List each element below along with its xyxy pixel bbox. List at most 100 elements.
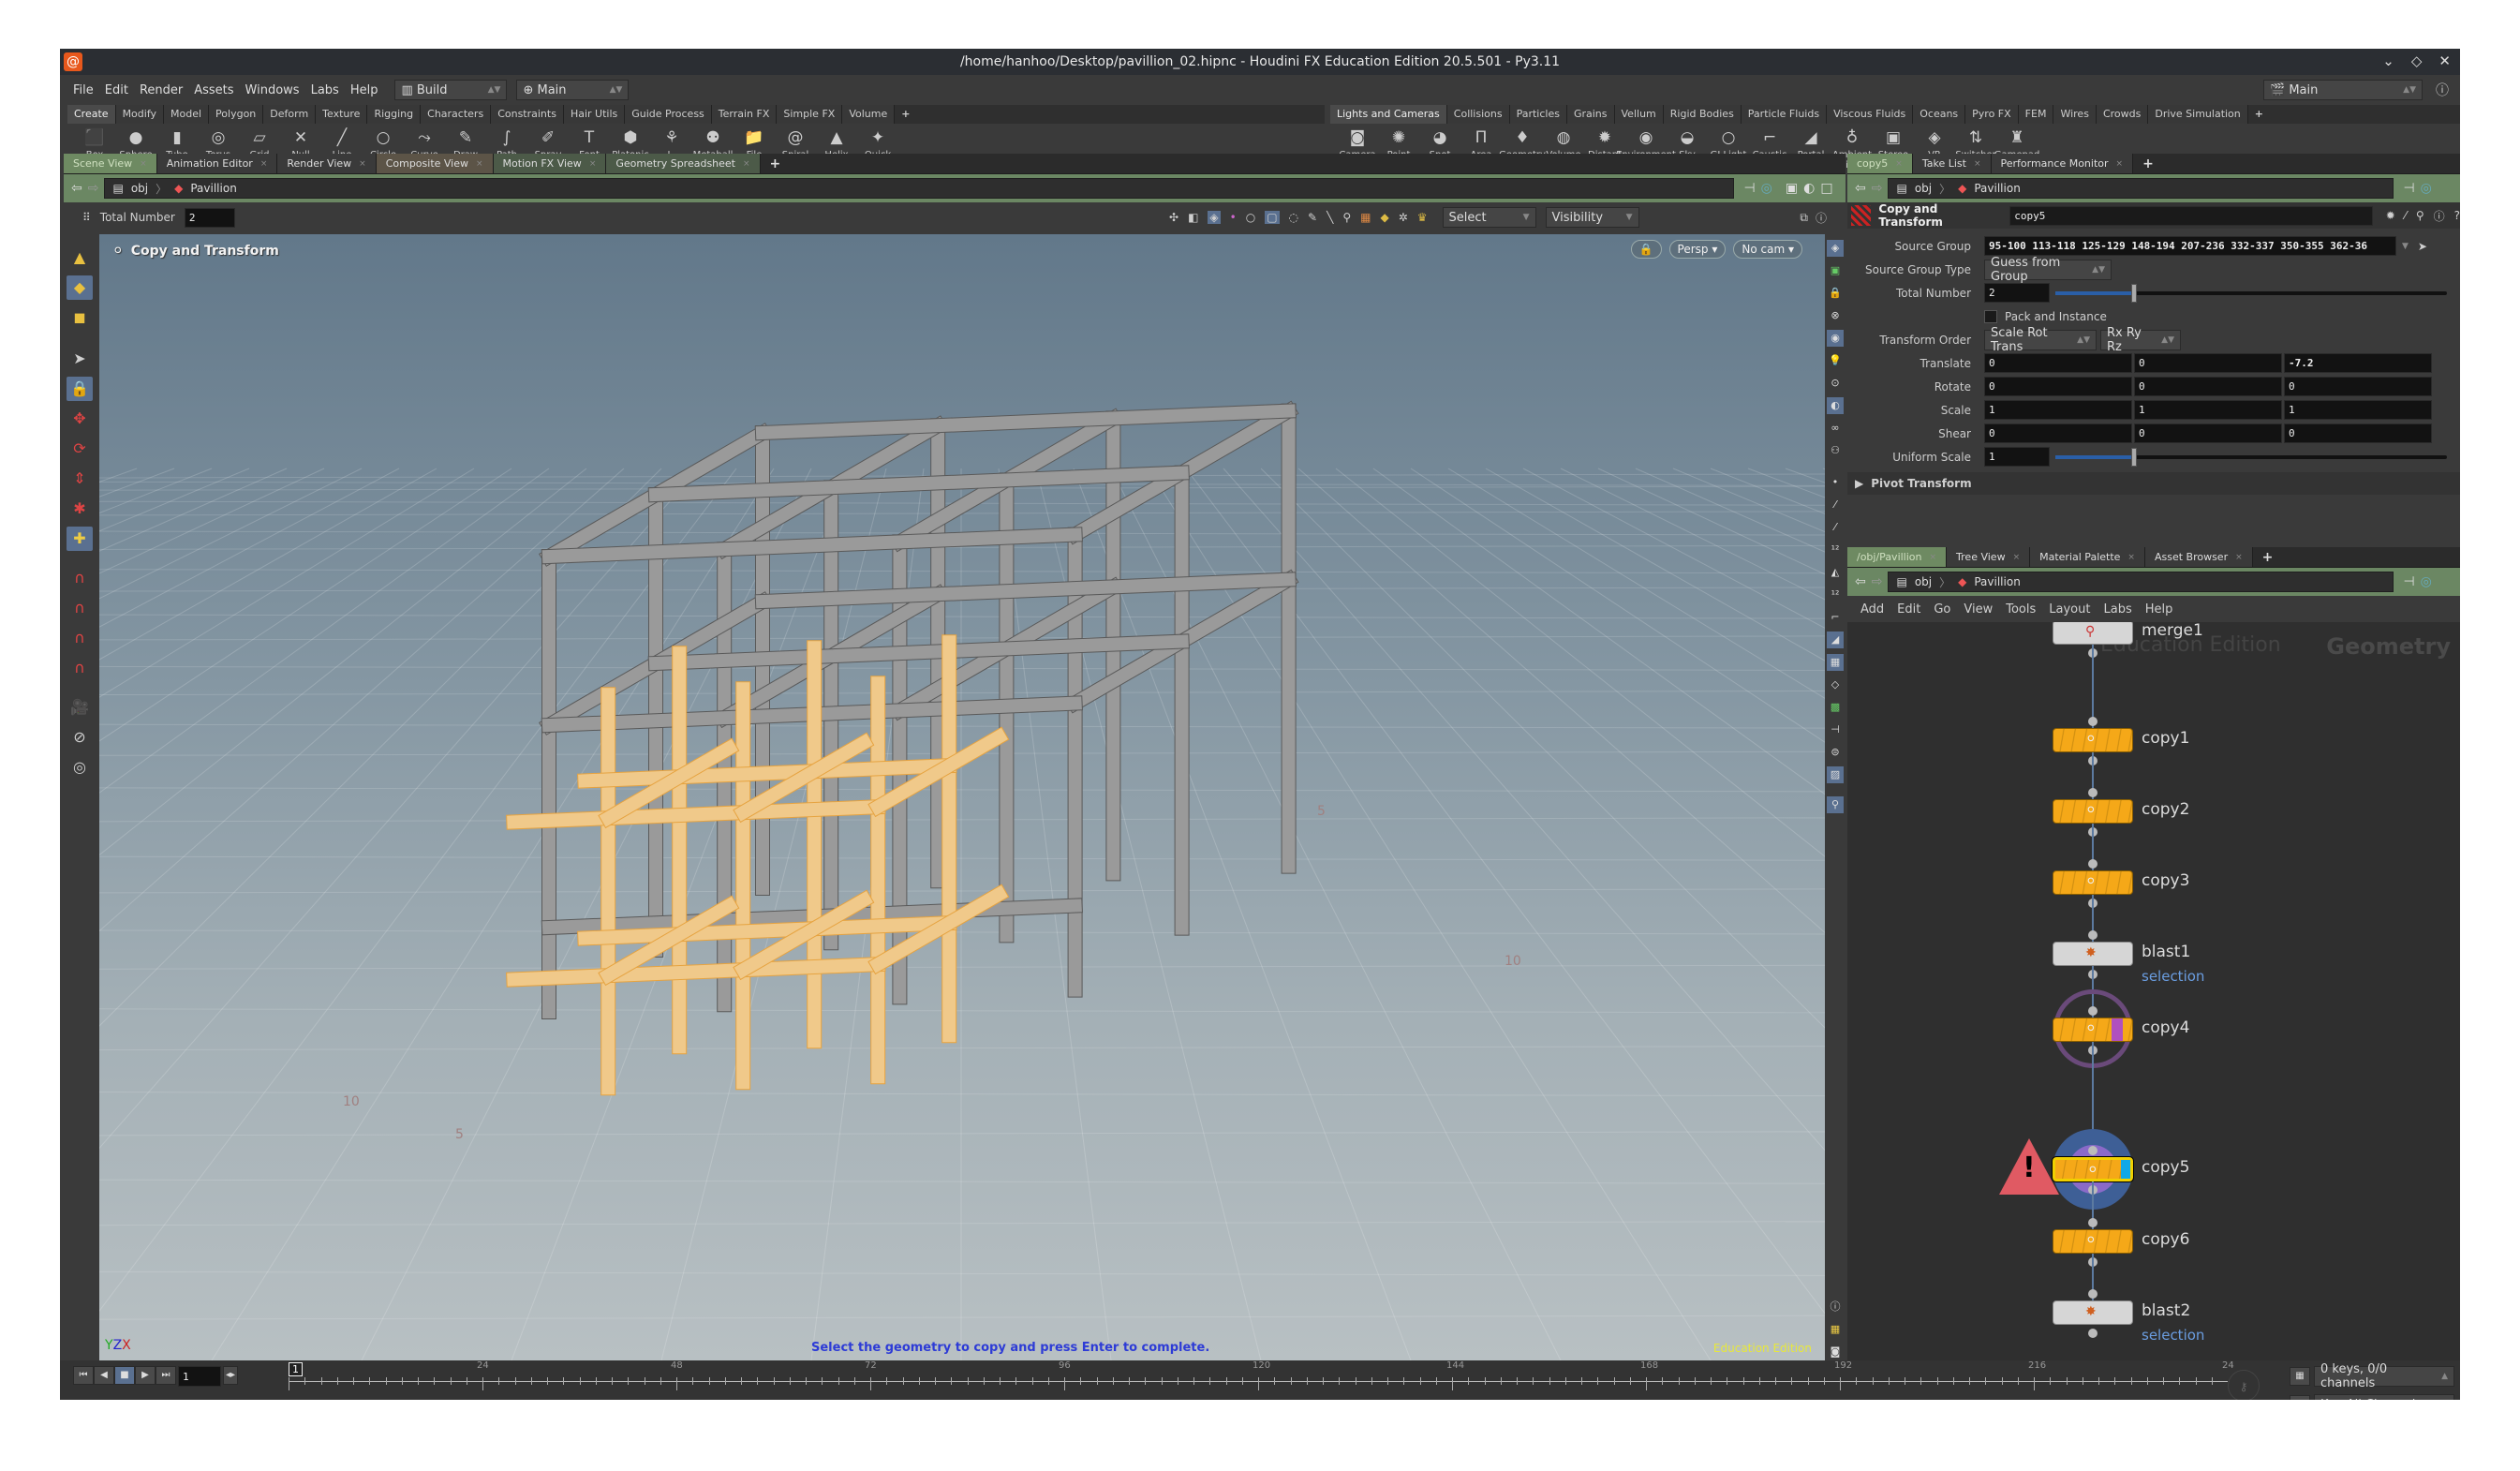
node-copy3[interactable]: ⚪ [2053, 870, 2133, 895]
ghost-icon[interactable]: ▣ [1827, 262, 1844, 279]
rotate-order-select[interactable]: Rx Ry Rz ▲▼ [2100, 326, 2181, 354]
box-select-icon[interactable]: ▢ [1265, 211, 1280, 224]
net-menu-edit[interactable]: Edit [1897, 602, 1920, 617]
shelf-tab[interactable]: Guide Process [625, 105, 712, 124]
background-image-icon[interactable]: ▨ [1827, 766, 1844, 783]
visibility-dropdown[interactable]: Visibility ▼ [1545, 207, 1639, 228]
pane-tab[interactable]: Scene View × [64, 154, 157, 173]
frame-field[interactable]: 1 [178, 1366, 221, 1387]
template-flag[interactable] [2112, 1018, 2123, 1041]
close-tab-icon[interactable]: × [2013, 553, 2021, 562]
context-select[interactable]: ⊕ Main ▲▼ [516, 80, 630, 100]
rotate-field-x[interactable]: 0 [1984, 377, 2132, 396]
point-number-icon[interactable]: ¹² [1827, 542, 1844, 558]
shear-field-z[interactable]: 0 [2284, 423, 2432, 443]
net-pin-icon[interactable]: ⊣ [2403, 574, 2414, 589]
close-tab-icon[interactable]: × [743, 159, 750, 169]
shelf-tab[interactable]: Lights and Cameras [1330, 105, 1447, 124]
source-group-field[interactable]: 95-100 113-118 125-129 148-194 207-236 3… [1984, 236, 2396, 256]
menu-windows[interactable]: Windows [245, 83, 300, 97]
close-tab-icon[interactable]: × [476, 159, 483, 169]
shear-field-y[interactable]: 0 [2134, 423, 2282, 443]
shelf-tab[interactable]: Grains [1566, 105, 1615, 124]
pane-tab[interactable]: Tree View × [1947, 547, 2031, 567]
pin-icon[interactable]: ⊣ [1743, 181, 1755, 196]
shelf-tab[interactable]: FEM [2018, 105, 2054, 124]
scale-field-x[interactable]: 1 [1984, 400, 2132, 420]
scale-icon[interactable]: ⇕ [67, 467, 93, 491]
shelf-tab[interactable]: Volume [842, 105, 896, 124]
input-connector[interactable] [2088, 1006, 2098, 1016]
net-menu-labs[interactable]: Labs [2103, 602, 2131, 617]
pane-tab[interactable]: Animation Editor × [156, 154, 278, 173]
shelf-tab[interactable]: Modify [115, 105, 165, 124]
help-icon[interactable]: ? [2454, 209, 2460, 222]
prim-number-icon[interactable]: ¹² [1827, 587, 1844, 603]
close-tab-icon[interactable]: × [2116, 159, 2124, 169]
minimize-icon[interactable]: ⌄ [2382, 52, 2394, 69]
display-options-icon[interactable]: ◈ [1827, 240, 1844, 257]
grid-display-icon[interactable]: ◇ [1827, 676, 1844, 693]
shelf-tab[interactable]: Deform [263, 105, 317, 124]
input-connector[interactable] [2088, 859, 2098, 869]
lighting-icon[interactable]: ◉ [1827, 330, 1844, 347]
desktop-select[interactable]: ▥ Build ▲▼ [394, 80, 508, 100]
pane-tab[interactable]: Motion FX View × [493, 154, 607, 173]
background-icon[interactable]: □ [1820, 181, 1832, 196]
shelf-tab[interactable]: Texture [316, 105, 368, 124]
shelf-tab[interactable]: Pyro FX [1965, 105, 2019, 124]
select-pick-icon[interactable]: ✲ [1399, 211, 1408, 224]
translate-field-x[interactable]: 0 [1984, 353, 2132, 373]
param-forward-icon[interactable]: ⇨ [1872, 181, 1883, 196]
scale-field-z[interactable]: 1 [2284, 400, 2432, 420]
net-menu-layout[interactable]: Layout [2049, 602, 2090, 617]
param-path-obj[interactable]: obj [1915, 182, 1932, 195]
gear-icon[interactable]: ✹ [2386, 209, 2395, 222]
wire-ghost-icon[interactable]: ∞ [1827, 420, 1844, 437]
pin-marker-icon[interactable]: ⚲ [1827, 796, 1844, 813]
node-blast1[interactable]: ✸ [2053, 942, 2133, 966]
border-icon[interactable]: ▩ [1827, 699, 1844, 716]
shading-icon[interactable]: ◐ [1803, 181, 1815, 196]
light-icon[interactable]: ⊙ [1827, 375, 1844, 392]
shelf-tab[interactable]: Crowds [2096, 105, 2149, 124]
hide-icon[interactable]: ⊗ [1827, 307, 1844, 324]
snap-grid-icon[interactable]: ∩ [67, 566, 93, 590]
shelf-tab[interactable]: Simple FX [777, 105, 843, 124]
shading-mode-icon[interactable]: ◐ [1827, 397, 1844, 414]
node-copy2[interactable]: ⚪ [2053, 799, 2133, 824]
curve-icon[interactable]: ∿ [2290, 1395, 2310, 1400]
right-context-select[interactable]: 🎬 Main ▲▼ [2263, 80, 2423, 100]
maximize-icon[interactable]: ◇ [2411, 52, 2423, 69]
node-blast2[interactable]: ✸ [2053, 1300, 2133, 1325]
camera-menu[interactable]: No cam ▾ [1733, 240, 1802, 259]
rotate-icon[interactable]: ⟳ [67, 437, 93, 461]
menu-render[interactable]: Render [140, 83, 183, 97]
menu-help[interactable]: Help [350, 83, 378, 97]
net-menu-add[interactable]: Add [1860, 602, 1884, 617]
add-tab-icon[interactable]: + [761, 154, 791, 173]
pane-tab[interactable]: Performance Monitor × [1991, 154, 2134, 173]
transform-order-select[interactable]: Scale Rot Trans ▲▼ [1984, 326, 2097, 354]
close-tab-icon[interactable]: × [260, 159, 268, 169]
select-groups-icon[interactable]: ▦ [1360, 211, 1371, 224]
forward-icon[interactable]: ⇨ [88, 181, 99, 196]
viewport-layout-icon[interactable]: ⧉ [1800, 211, 1808, 225]
view-persp-menu[interactable]: Persp ▾ [1668, 240, 1727, 259]
dynamics-select-icon[interactable]: ◼ [67, 305, 93, 330]
node-merge1[interactable]: ⚲ [2053, 622, 2133, 645]
shelf-tab[interactable]: Constraints [491, 105, 564, 124]
close-tab-icon[interactable]: × [140, 159, 147, 169]
total-number-param[interactable]: 2 [1984, 283, 2050, 303]
snap-multi-icon[interactable]: ∩ [67, 656, 93, 680]
close-icon[interactable]: ✕ [2438, 52, 2451, 69]
source-group-type-select[interactable]: Guess from Group ▲▼ [1984, 256, 2112, 284]
pose-icon[interactable]: ✱ [67, 497, 93, 521]
close-tab-icon[interactable]: × [2235, 553, 2243, 562]
view-grid-icon[interactable]: ▦ [1827, 1321, 1844, 1338]
input-connector[interactable] [2088, 1218, 2098, 1227]
translate-field-z[interactable]: -7.2 [2284, 353, 2432, 373]
add-shelf-tab-icon[interactable]: + [895, 105, 916, 124]
node-copy1[interactable]: ⚪ [2053, 728, 2133, 752]
net-back-icon[interactable]: ⇦ [1855, 574, 1866, 589]
